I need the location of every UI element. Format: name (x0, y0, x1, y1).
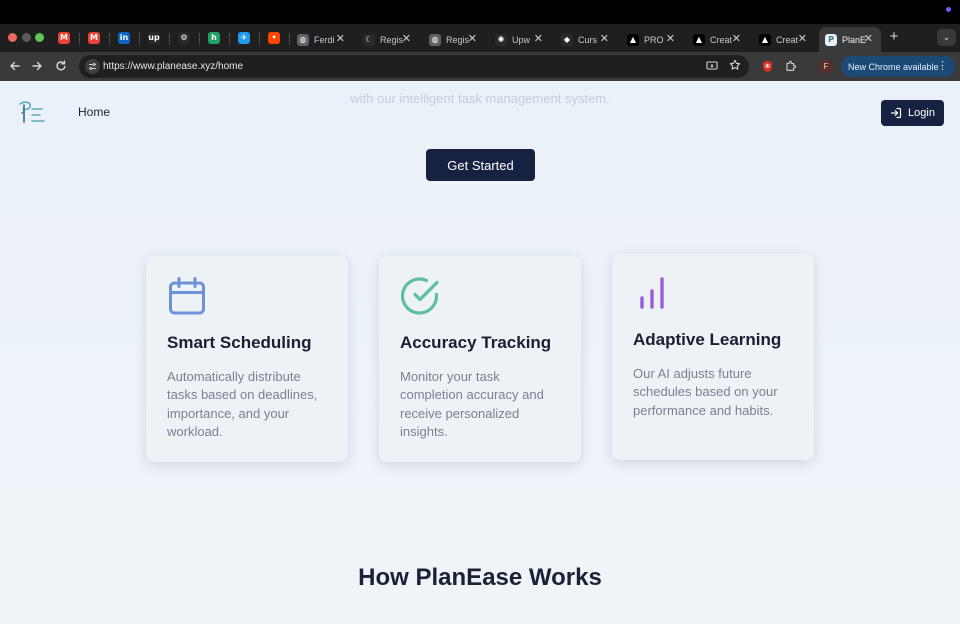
login-icon (890, 107, 902, 119)
tab-separator (199, 33, 200, 45)
back-button[interactable] (7, 58, 23, 74)
feature-card-accuracy-tracking: Accuracy Tracking Monitor your task comp… (379, 256, 581, 462)
adblock-extension-icon[interactable] (760, 59, 774, 73)
status-indicator-dot (946, 7, 951, 12)
pinned-tab[interactable]: in (114, 28, 134, 48)
globe-icon: ◍ (429, 33, 441, 46)
reload-icon (56, 60, 66, 71)
close-tab-icon[interactable]: ✕ (864, 32, 873, 45)
kebab-menu-icon[interactable]: ⋮ (937, 59, 948, 72)
feature-title: Adaptive Learning (633, 330, 782, 349)
tab-separator (289, 33, 290, 45)
get-started-button[interactable]: Get Started (426, 149, 535, 181)
maximize-window-button[interactable] (35, 33, 44, 42)
browser-tab[interactable]: ☾ Regis ✕ (357, 27, 419, 52)
planease-logo-icon[interactable] (18, 100, 46, 126)
nav-home-link[interactable]: Home (78, 105, 110, 119)
browser-toolbar: https://www.planease.xyz/home F New Chro… (0, 52, 960, 81)
feature-description: Our AI adjusts future schedules based on… (633, 366, 778, 418)
linkedin-icon: in (118, 32, 130, 44)
address-bar[interactable]: https://www.planease.xyz/home (79, 55, 749, 78)
tab-strip: M Min up ⚙ h ✈ • ◍ Ferdi ✕ ☾ Regis ✕ ◍ Regis ✕ ✺ Upw ✕ ◆ Cu… (0, 24, 960, 52)
reddit-icon: • (268, 32, 280, 44)
moon-icon: ☾ (363, 33, 375, 46)
asterisk-icon: ✺ (495, 33, 507, 46)
triangle-icon: ▲ (627, 33, 639, 46)
tab-separator (169, 33, 170, 45)
browser-tab[interactable]: ◍ Regis ✕ (423, 27, 485, 52)
tab-separator (229, 33, 230, 45)
calendar-icon (169, 277, 205, 315)
close-tab-icon[interactable]: ✕ (732, 32, 741, 45)
browser-tab[interactable]: ▲ PRO ✕ (621, 27, 683, 52)
feature-title: Accuracy Tracking (400, 333, 552, 352)
pinned-tab[interactable]: up (144, 28, 164, 48)
close-tab-icon[interactable]: ✕ (402, 32, 411, 45)
close-tab-icon[interactable]: ✕ (468, 32, 477, 45)
section-heading: How PlanEase Works (358, 564, 602, 591)
pinned-tab[interactable]: M (54, 28, 74, 48)
app-icon: h (208, 32, 220, 44)
cursor-icon: ◆ (561, 33, 573, 46)
gmail-icon: M (88, 32, 100, 44)
pinned-tab[interactable]: ✈ (234, 28, 254, 48)
browser-tab[interactable]: ✺ Upw ✕ (489, 27, 551, 52)
feature-title: Smart Scheduling (167, 333, 312, 352)
close-tab-icon[interactable]: ✕ (534, 32, 543, 45)
browser-tab[interactable]: ▲ Creat ✕ (687, 27, 749, 52)
site-info-icon[interactable] (85, 59, 100, 74)
extensions-puzzle-icon[interactable] (784, 59, 798, 73)
forward-button[interactable] (29, 58, 45, 74)
minimize-window-button[interactable] (22, 33, 31, 42)
feature-description: Automatically distribute tasks based on … (167, 369, 318, 439)
chrome-update-label: New Chrome available (848, 61, 939, 72)
check-circle-icon (401, 277, 439, 315)
chrome-update-button[interactable]: New Chrome available ⋮ (841, 56, 955, 77)
feature-card-adaptive-learning: Adaptive Learning Our AI adjusts future … (612, 254, 814, 460)
bar-chart-icon (640, 277, 664, 309)
browser-tab[interactable]: ▲ Creat ✕ (753, 27, 815, 52)
close-tab-icon[interactable]: ✕ (336, 32, 345, 45)
close-tab-icon[interactable]: ✕ (666, 32, 675, 45)
browser-tab[interactable]: ◍ Ferdi ✕ (291, 27, 353, 52)
pinned-tab[interactable]: M (84, 28, 104, 48)
login-button[interactable]: Login (881, 100, 944, 126)
profile-avatar[interactable]: F (819, 59, 833, 73)
tab-separator (139, 33, 140, 45)
tab-search-button[interactable]: ⌄ (937, 29, 956, 46)
close-tab-icon[interactable]: ✕ (600, 32, 609, 45)
new-tab-button[interactable]: + (886, 28, 902, 45)
tab-separator (79, 33, 80, 45)
pinned-tab[interactable]: ⚙ (174, 28, 194, 48)
os-title-bar (0, 0, 960, 24)
install-app-icon[interactable] (706, 60, 718, 75)
login-label: Login (908, 107, 935, 119)
reload-button[interactable] (53, 58, 69, 74)
bird-icon: ✈ (238, 32, 250, 44)
chatgpt-icon: ⚙ (178, 32, 190, 44)
globe-icon: ◍ (297, 33, 309, 46)
web-page: with our intelligent task management sys… (0, 81, 960, 624)
bookmark-star-icon[interactable] (729, 59, 741, 74)
gmail-icon: M (58, 32, 70, 44)
browser-tab[interactable]: ◆ Curs ✕ (555, 27, 617, 52)
browser-tab[interactable]: P PlanE ✕ (819, 27, 881, 52)
close-tab-icon[interactable]: ✕ (798, 32, 807, 45)
planease-icon: P (825, 33, 837, 46)
forward-arrow-icon (32, 61, 42, 71)
site-navbar: Home Login (0, 81, 960, 141)
tab-separator (109, 33, 110, 45)
back-arrow-icon (10, 61, 20, 71)
feature-card-smart-scheduling: Smart Scheduling Automatically distribut… (146, 256, 348, 462)
pinned-tab[interactable]: h (204, 28, 224, 48)
tab-separator (259, 33, 260, 45)
close-window-button[interactable] (8, 33, 17, 42)
pinned-tab[interactable]: • (264, 28, 284, 48)
url-text[interactable]: https://www.planease.xyz/home (103, 61, 243, 72)
upwork-icon: up (148, 32, 160, 44)
triangle-icon: ▲ (693, 33, 705, 46)
feature-description: Monitor your task completion accuracy an… (400, 369, 544, 439)
triangle-icon: ▲ (759, 33, 771, 46)
